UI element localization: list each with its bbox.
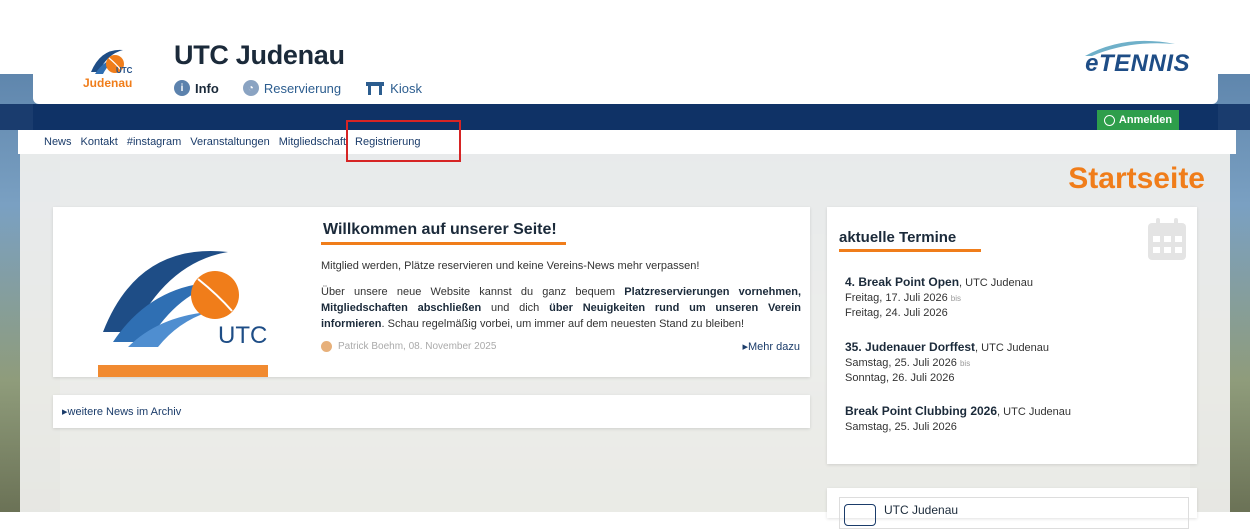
event-date-from: Samstag, 25. Juli 2026 [845, 357, 957, 369]
nav-item-kontakt[interactable]: Kontakt [81, 136, 118, 148]
club-card-inner[interactable]: UTC Judenau [839, 497, 1189, 529]
event-name: Break Point Clubbing 2026 [845, 404, 998, 418]
news-author-text: Patrick Boehm, 08. November 2025 [338, 341, 497, 352]
club-logo-large-icon [98, 251, 268, 377]
news-image[interactable]: UTC [98, 237, 268, 377]
archive-label: weitere News im Archiv [67, 405, 182, 418]
event-item[interactable]: 35. Judenauer Dorffest, UTC Judenau Sams… [845, 340, 1049, 386]
news-intro: Mitglied werden, Plätze reservieren und … [321, 260, 700, 272]
event-date-from: Samstag, 25. Juli 2026 [845, 421, 957, 433]
news-body-text: . Schau regelmäßig vorbei, um immer auf … [381, 318, 745, 330]
sub-nav-kiosk[interactable]: Kiosk [365, 80, 422, 96]
header-blue-bar [0, 104, 1250, 130]
news-body: Über unsere neue Website kannst du ganz … [321, 284, 801, 332]
logo-text-judenau: Judenau [83, 76, 133, 90]
site-header: UTC Judenau UTC Judenau i Info ◔ Reservi… [33, 0, 1218, 104]
login-label: Anmelden [1118, 114, 1173, 126]
more-link[interactable]: ▸Mehr dazu [742, 340, 800, 353]
club-logo[interactable]: UTC Judenau [83, 42, 139, 92]
news-body-text: Über unsere neue Website kannst du ganz … [321, 286, 625, 298]
event-name: 35. Judenauer Dorffest [845, 340, 976, 354]
club-name: UTC Judenau [884, 503, 959, 517]
etennis-brand-logo[interactable]: eTENNIS [1085, 50, 1190, 78]
logo-text-utc: UTC [116, 66, 133, 75]
archive-link[interactable]: ▸ weitere News im Archiv [53, 395, 810, 428]
kiosk-icon [366, 82, 385, 95]
news-body-text: und dich [481, 302, 550, 314]
event-location: , UTC Judenau [997, 406, 1072, 418]
event-name: 4. Break Point Open [845, 275, 960, 289]
sub-nav-info[interactable]: i Info [174, 80, 219, 96]
info-icon: i [174, 80, 190, 96]
event-date-sep: bis [950, 294, 962, 303]
events-title-underline [839, 249, 981, 252]
nav-item-veranstaltungen[interactable]: Veranstaltungen [190, 136, 270, 148]
sub-nav: i Info ◔ Reservierung Kiosk [174, 80, 422, 96]
news-logo-text: UTC [218, 322, 268, 349]
main-nav: News Kontakt #instagram Veranstaltungen … [18, 130, 1236, 154]
events-card: aktuelle Termine 4. Break Point Open, UT… [827, 207, 1197, 464]
event-date-to: Freitag, 24. Juli 2026 [845, 307, 948, 319]
club-mini-logo-icon [844, 504, 876, 526]
nav-item-news[interactable]: News [44, 136, 72, 148]
news-title[interactable]: Willkommen auf unserer Seite! [323, 221, 557, 239]
author-avatar-icon [321, 341, 332, 352]
calendar-icon [1148, 218, 1186, 260]
event-location: , UTC Judenau [975, 342, 1050, 354]
events-title: aktuelle Termine [839, 229, 957, 246]
sub-nav-label: Info [195, 80, 219, 96]
site-title[interactable]: UTC Judenau [174, 40, 345, 71]
clock-icon: ◔ [242, 80, 259, 96]
sub-nav-label: Reservierung [263, 80, 342, 96]
news-author: Patrick Boehm, 08. November 2025 [321, 341, 496, 352]
news-title-underline [321, 242, 566, 245]
login-button[interactable]: Anmelden [1097, 110, 1179, 130]
more-link-label: Mehr dazu [748, 341, 800, 353]
club-card: UTC Judenau [827, 488, 1197, 529]
news-card: UTC Willkommen auf unserer Seite! Mitgli… [53, 207, 810, 377]
user-circle-icon [1103, 114, 1115, 126]
event-date-from: Freitag, 17. Juli 2026 [845, 292, 948, 304]
page-title: Startseite [1068, 162, 1205, 195]
nav-item-instagram[interactable]: #instagram [127, 136, 181, 148]
nav-item-mitgliedschaft[interactable]: Mitgliedschaft [279, 136, 346, 148]
event-date-to: Sonntag, 26. Juli 2026 [845, 372, 955, 384]
highlight-annotation-box [346, 120, 461, 162]
event-item[interactable]: 4. Break Point Open, UTC Judenau Freitag… [845, 275, 1033, 321]
event-item[interactable]: Break Point Clubbing 2026, UTC Judenau S… [845, 404, 1071, 435]
event-location: , UTC Judenau [959, 277, 1034, 289]
sub-nav-reservierung[interactable]: ◔ Reservierung [242, 80, 342, 96]
event-date-sep: bis [959, 359, 971, 368]
sub-nav-label: Kiosk [390, 80, 422, 96]
